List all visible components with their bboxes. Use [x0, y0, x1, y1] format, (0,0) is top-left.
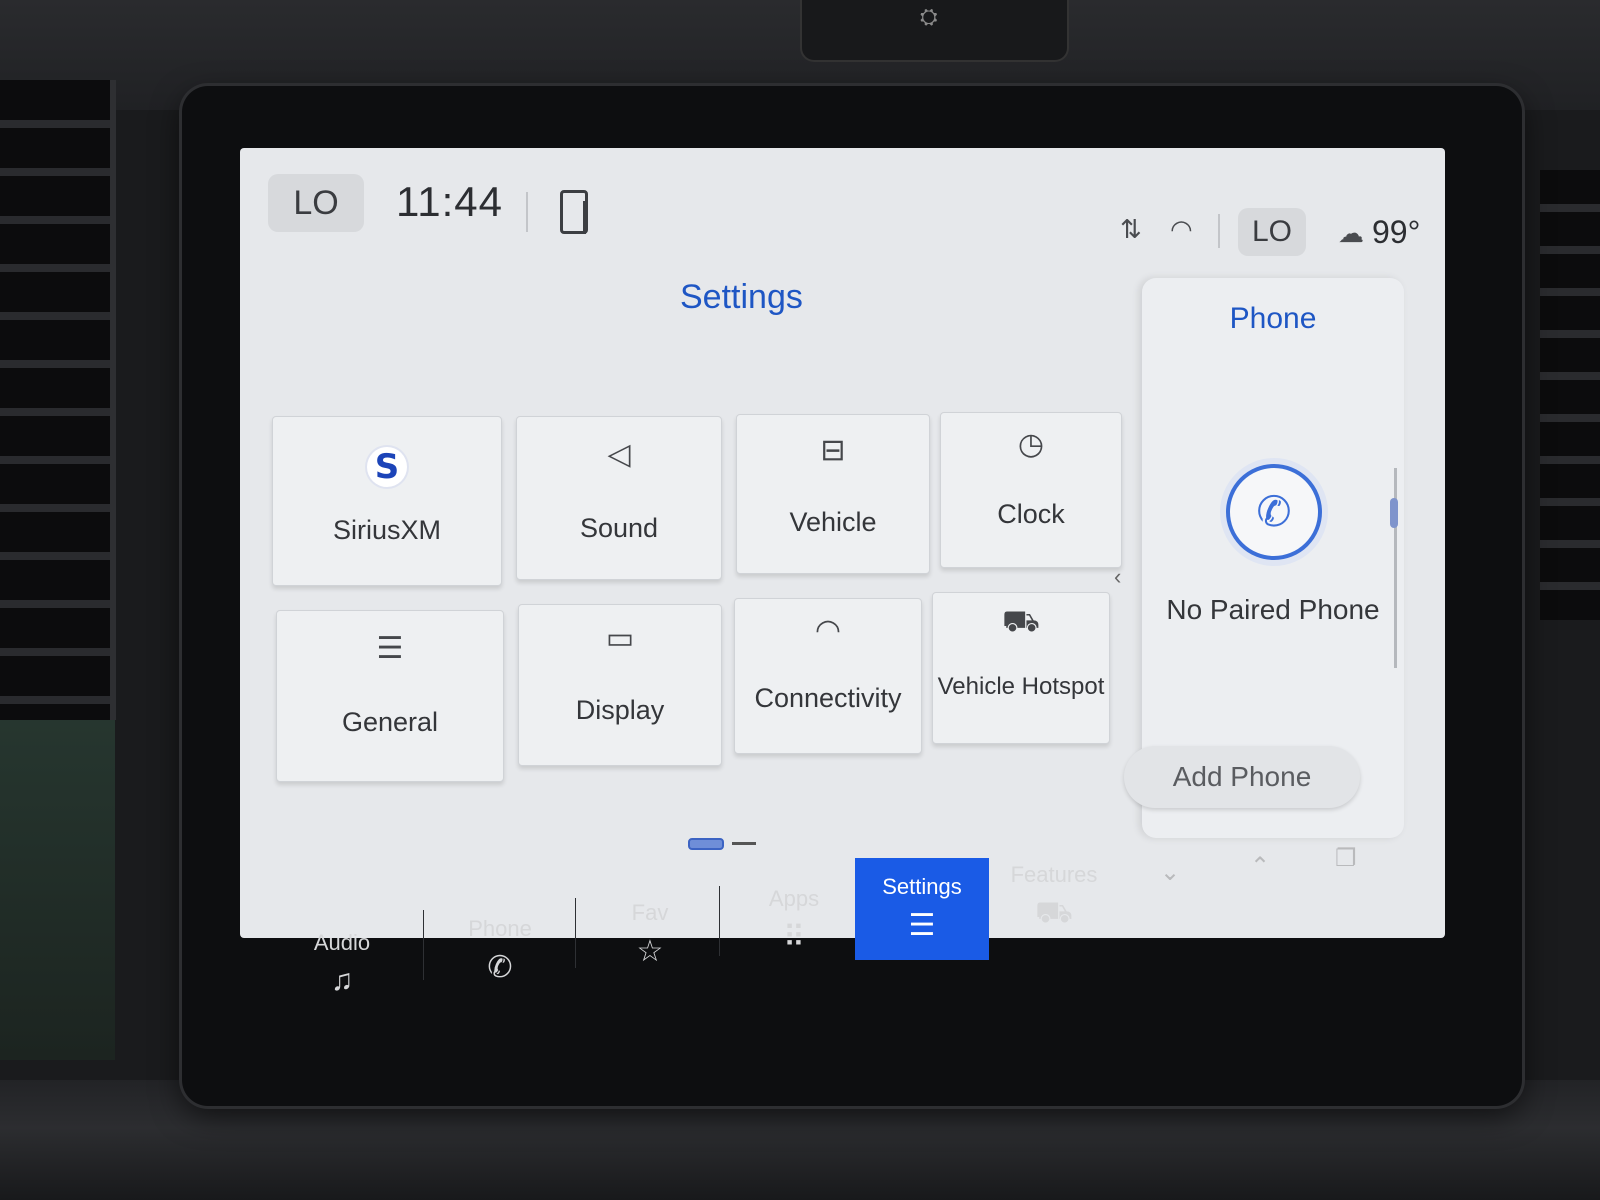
- sliders-icon: ☰: [908, 909, 936, 942]
- nav-label: Phone: [468, 916, 532, 941]
- hotspot-truck-icon: ⛟: [1002, 605, 1040, 638]
- tile-label: Sound: [579, 513, 659, 543]
- chevron-up-icon[interactable]: ⌃: [1250, 852, 1270, 881]
- signal-icon: ⇅: [1120, 214, 1142, 244]
- nav-label: Fav: [631, 900, 669, 925]
- vehicle-settings-icon: ⊟: [820, 434, 846, 467]
- status-divider: [526, 192, 528, 232]
- tile-siriusxm[interactable]: S SiriusXM: [272, 416, 502, 586]
- side-panel: [0, 720, 115, 1060]
- tile-label: Connectivity: [754, 683, 902, 713]
- tile-sound[interactable]: ◁ Sound: [516, 416, 722, 580]
- tile-vehicle-hotspot[interactable]: ⛟ Vehicle Hotspot: [932, 592, 1110, 744]
- nav-phone[interactable]: Phone ✆: [425, 900, 575, 1000]
- tile-label: SiriusXM: [332, 515, 441, 545]
- phone-projection-icon[interactable]: [560, 190, 588, 234]
- phone-panel: Phone ✆ No Paired Phone Add Phone: [1124, 278, 1404, 838]
- nav-apps[interactable]: Apps ⠿: [719, 870, 869, 970]
- temperature-icon: ☁: [1338, 218, 1364, 248]
- tile-label: General: [341, 707, 439, 737]
- tile-clock[interactable]: ◷ Clock: [940, 412, 1122, 568]
- star-icon: ☆: [636, 935, 664, 968]
- nav-settings[interactable]: Settings ☰: [855, 858, 989, 960]
- clock: 11:44: [396, 178, 503, 225]
- truck-icon: ⛟: [1035, 896, 1073, 929]
- tile-label: Vehicle: [789, 507, 877, 537]
- nav-divider: [423, 910, 424, 980]
- music-note-icon: ♫: [330, 964, 354, 997]
- nav-audio[interactable]: Audio ♫: [267, 914, 417, 1014]
- page-title: Settings: [680, 278, 803, 316]
- chevron-left-icon[interactable]: ‹: [1114, 564, 1121, 590]
- sliders-icon: ☰: [376, 632, 404, 665]
- nav-fav[interactable]: Fav ☆: [575, 884, 725, 984]
- recent-apps-icon[interactable]: ❐: [1335, 844, 1357, 873]
- tile-label: Vehicle Hotspot: [937, 673, 1105, 700]
- phone-status-text: No Paired Phone: [1166, 594, 1380, 625]
- scrollbar-thumb[interactable]: [1390, 498, 1398, 528]
- outside-temperature: 99°: [1372, 214, 1421, 250]
- nav-label: Apps: [768, 886, 820, 911]
- tile-connectivity[interactable]: ◠ Connectivity: [734, 598, 922, 754]
- climate-right-button[interactable]: LO: [1238, 208, 1306, 256]
- nav-label: Settings: [882, 874, 962, 899]
- air-vent-right: [1540, 170, 1600, 620]
- nav-label: Features: [1010, 862, 1098, 887]
- air-vent-left: [0, 80, 116, 720]
- status-divider: [1218, 214, 1220, 248]
- siriusxm-icon: S: [273, 447, 501, 487]
- apps-grid-icon: ⠿: [783, 921, 805, 954]
- chevron-down-icon[interactable]: ⌄: [1160, 858, 1180, 887]
- tile-label: Display: [575, 695, 665, 725]
- wifi-icon: ◠: [814, 614, 842, 647]
- phone-call-icon[interactable]: ✆: [1226, 464, 1322, 560]
- nav-features[interactable]: Features ⛟: [979, 846, 1129, 946]
- wifi-icon: ◠: [1170, 214, 1193, 244]
- hazard-icon: ⛭: [920, 4, 938, 29]
- phone-panel-title: Phone: [1229, 302, 1317, 335]
- add-phone-button[interactable]: Add Phone: [1124, 746, 1360, 808]
- page-dot-active[interactable]: [688, 838, 724, 850]
- nav-label: Audio: [313, 930, 371, 955]
- tile-label: Clock: [997, 499, 1065, 529]
- bottom-nav: Audio ♫ Phone ✆ Fav ☆ Apps ⠿ Settings ☰ …: [255, 845, 1415, 997]
- phone-icon: ✆: [487, 951, 513, 984]
- tile-general[interactable]: ☰ General: [276, 610, 504, 782]
- display-icon: ▭: [605, 622, 635, 655]
- tile-display[interactable]: ▭ Display: [518, 604, 722, 766]
- speaker-icon: ◁: [607, 438, 631, 471]
- page-dot[interactable]: [732, 842, 756, 845]
- clock-icon: ◷: [1017, 428, 1045, 461]
- tile-vehicle[interactable]: ⊟ Vehicle: [736, 414, 930, 574]
- climate-left-button[interactable]: LO: [268, 174, 364, 232]
- status-bar: LO 11:44 ⇅ ◠ LO ☁ 99°: [240, 148, 1445, 258]
- infotainment-screen: LO 11:44 ⇅ ◠ LO ☁ 99° Settings S SiriusX…: [240, 148, 1445, 938]
